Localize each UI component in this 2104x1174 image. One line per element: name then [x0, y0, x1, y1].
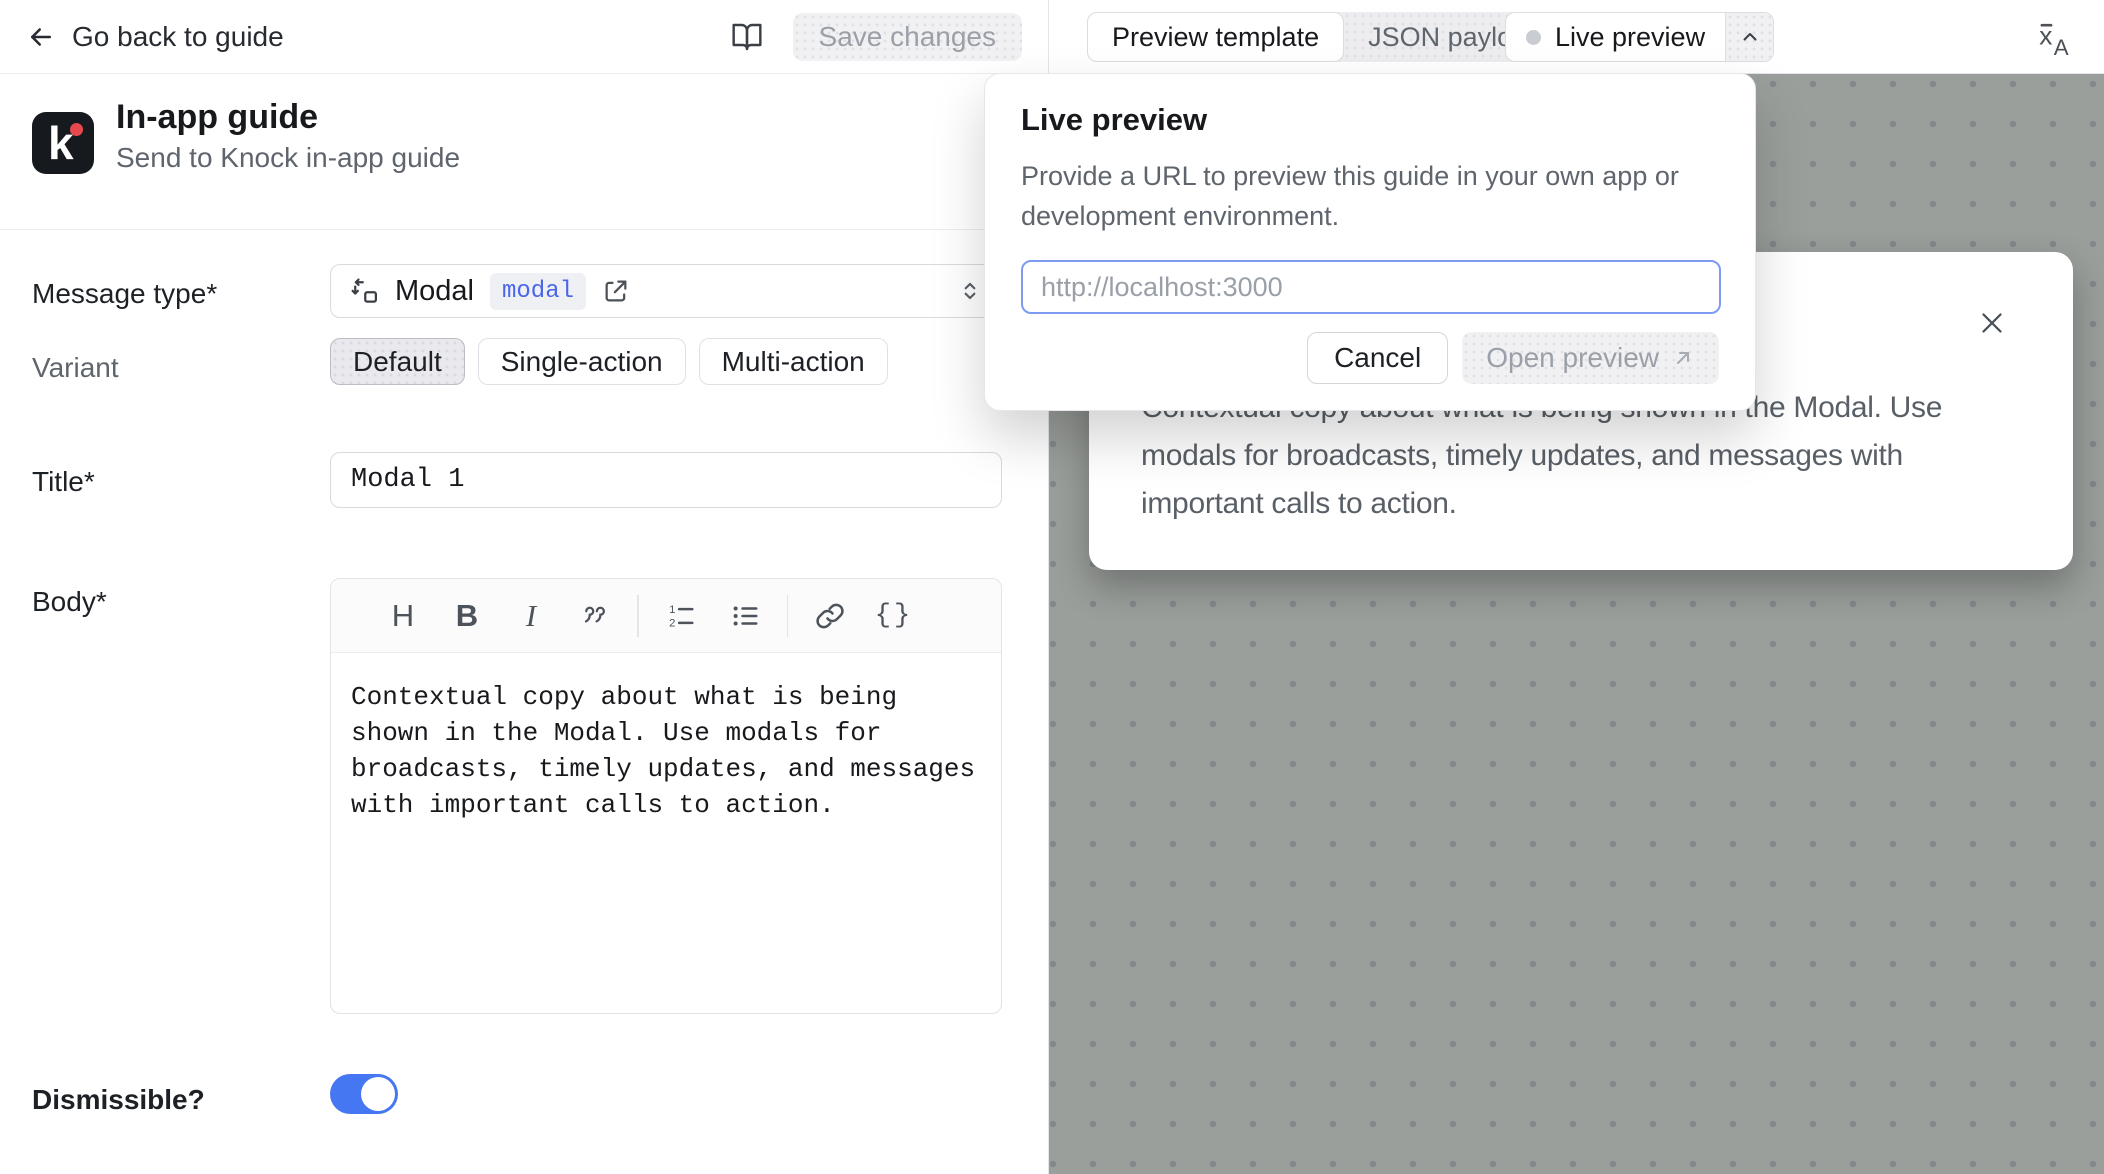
- message-type-key-badge: modal: [490, 273, 586, 310]
- body-text: Contextual copy about what is being show…: [351, 679, 983, 823]
- message-type-label: Message type*: [32, 278, 217, 310]
- header-actions: Save changes: [731, 13, 1022, 61]
- save-changes-button[interactable]: Save changes: [793, 13, 1022, 61]
- knock-logo: k: [32, 112, 94, 174]
- page-subtitle: Send to Knock in-app guide: [116, 142, 460, 174]
- toggle-knob: [361, 1077, 395, 1111]
- svg-text:1: 1: [669, 603, 675, 615]
- back-label: Go back to guide: [72, 21, 284, 53]
- bold-icon[interactable]: B: [435, 579, 499, 653]
- status-dot: [1526, 30, 1541, 45]
- translate-icon[interactable]: x A: [2034, 18, 2076, 60]
- svg-text:A: A: [2054, 35, 2069, 60]
- body-editor: H B I 1 2: [330, 578, 1002, 1014]
- live-preview-control: Live preview: [1505, 12, 1774, 62]
- variant-options: Default Single-action Multi-action: [330, 338, 888, 385]
- editor-header: Go back to guide Save changes: [0, 0, 1048, 74]
- chevron-up-down-icon: [957, 278, 983, 304]
- preview-header: Preview template JSON payload Live previ…: [1049, 0, 2104, 74]
- open-preview-label: Open preview: [1486, 342, 1659, 374]
- title-label: Title*: [32, 466, 95, 498]
- page-title: In-app guide: [116, 98, 318, 137]
- variant-multi-action-button[interactable]: Multi-action: [699, 338, 888, 385]
- variant-label: Variant: [32, 352, 119, 384]
- italic-icon[interactable]: I: [499, 579, 563, 653]
- cancel-button[interactable]: Cancel: [1307, 332, 1448, 384]
- live-preview-collapse-button[interactable]: [1725, 13, 1773, 61]
- external-link-icon[interactable]: [602, 277, 630, 305]
- popover-actions: Cancel Open preview: [1307, 332, 1719, 384]
- close-icon[interactable]: [1975, 306, 2009, 340]
- variant-single-action-button[interactable]: Single-action: [478, 338, 686, 385]
- quote-icon[interactable]: [563, 579, 627, 653]
- toolbar-divider: [787, 595, 789, 637]
- dismissible-label: Dismissible?: [32, 1084, 205, 1116]
- live-preview-label: Live preview: [1555, 22, 1705, 53]
- editor-toolbar: H B I 1 2: [331, 579, 1001, 653]
- body-textarea[interactable]: Contextual copy about what is being show…: [331, 653, 991, 849]
- code-icon[interactable]: {}: [862, 579, 926, 653]
- body-label: Body*: [32, 586, 107, 618]
- chevron-up-icon: [1738, 25, 1762, 49]
- live-preview-popover: Live preview Provide a URL to preview th…: [984, 73, 1756, 411]
- popover-description: Provide a URL to preview this guide in y…: [1021, 156, 1741, 236]
- svg-text:2: 2: [669, 617, 675, 629]
- preview-url-input[interactable]: [1021, 260, 1721, 314]
- channel-heading: k In-app guide Send to Knock in-app guid…: [0, 74, 1048, 230]
- back-link[interactable]: Go back to guide: [26, 21, 284, 53]
- title-input[interactable]: [330, 452, 1002, 508]
- bullet-list-icon[interactable]: [713, 579, 777, 653]
- editor-panel: Go back to guide Save changes k In-app g…: [0, 0, 1048, 1174]
- toolbar-divider: [637, 595, 639, 637]
- live-preview-button[interactable]: Live preview: [1506, 13, 1725, 61]
- message-type-value: Modal: [395, 275, 474, 308]
- arrow-up-right-icon: [1671, 346, 1695, 370]
- arrow-left-icon: [26, 22, 56, 52]
- modal-body-line: important calls to action.: [1141, 480, 1942, 528]
- ordered-list-icon[interactable]: 1 2: [649, 579, 713, 653]
- modal-type-icon: [349, 276, 379, 306]
- dismissible-toggle[interactable]: [330, 1074, 398, 1114]
- message-type-select[interactable]: Modal modal: [330, 264, 1002, 318]
- logo-letter: k: [48, 116, 74, 170]
- modal-body-line: modals for broadcasts, timely updates, a…: [1141, 432, 1942, 480]
- tab-preview-template[interactable]: Preview template: [1087, 12, 1344, 62]
- open-preview-button[interactable]: Open preview: [1462, 332, 1719, 384]
- variant-default-button[interactable]: Default: [330, 338, 465, 385]
- docs-book-icon[interactable]: [731, 21, 763, 53]
- popover-title: Live preview: [1021, 102, 1207, 138]
- heading-icon[interactable]: H: [371, 579, 435, 653]
- preview-mode-tabs: Preview template JSON payload: [1087, 12, 1566, 62]
- logo-red-dot: [70, 123, 83, 136]
- link-icon[interactable]: [798, 579, 862, 653]
